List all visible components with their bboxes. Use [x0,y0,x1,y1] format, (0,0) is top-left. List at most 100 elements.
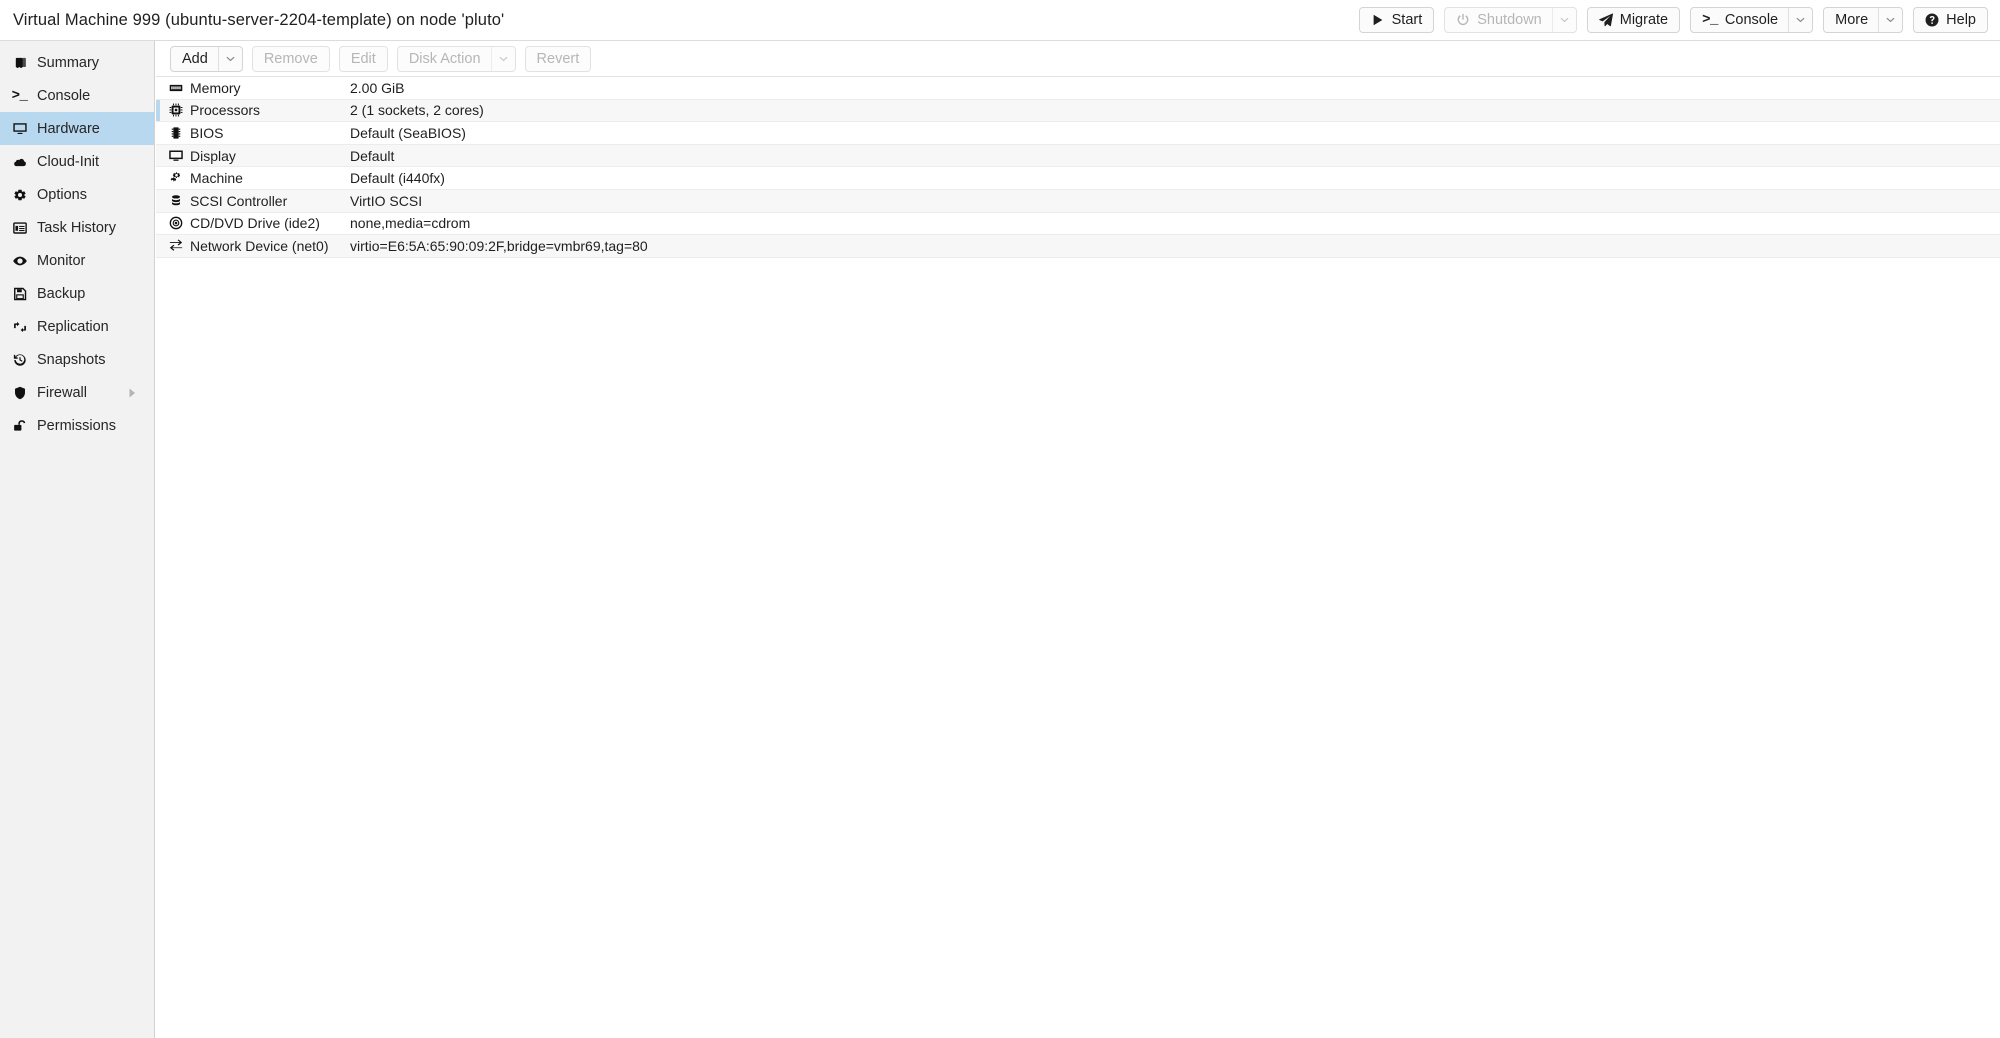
book-icon [10,56,29,70]
sidebar-item-label: Cloud-Init [37,153,100,170]
header-button-help[interactable]: Help [1913,7,1988,33]
disc-icon [162,216,190,230]
sidebar-item-console[interactable]: >_ Console [0,79,154,112]
hardware-row-value: Default [350,147,395,164]
header-button-label: Migrate [1619,12,1669,28]
memory-icon [162,81,190,95]
hardware-row-value: 2 (1 sockets, 2 cores) [350,102,484,119]
table-row[interactable]: SCSI Controller VirtIO SCSI [156,189,2000,213]
table-row[interactable]: Processors 2 (1 sockets, 2 cores) [156,99,2000,123]
hardware-row-key: BIOS [190,124,224,141]
sidebar-item-label: Console [37,87,91,104]
monitor-icon [10,122,29,136]
sidebar-item-hardware[interactable]: Hardware [0,112,154,145]
hardware-row-key: Machine [190,170,243,187]
unlock-icon [10,419,29,433]
table-row[interactable]: CD/DVD Drive (ide2) none,media=cdrom [156,212,2000,236]
list-window-icon [10,221,29,235]
page-header: Virtual Machine 999 (ubuntu-server-2204-… [0,0,2000,41]
hardware-row-value: virtio=E6:5A:65:90:09:2F,bridge=vmbr69,t… [350,237,648,254]
hardware-row-key: SCSI Controller [190,192,288,209]
header-button-more-main[interactable]: More [1824,8,1878,32]
cloud-icon [10,155,29,169]
sidebar-item-firewall[interactable]: Firewall [0,376,154,409]
header-button-label: Start [1391,12,1423,28]
terminal-icon: >_ [11,87,28,104]
paperplane-icon [1598,13,1613,27]
sidebar-item-label: Permissions [37,417,116,434]
question-circle-icon [1925,13,1939,27]
toolbar-button-label: Remove [263,50,318,67]
header-button-shutdown: Shutdown [1444,7,1577,33]
header-button-console-main[interactable]: >_ Console [1691,8,1788,32]
toolbar-button-disk-action: Disk Action [396,45,516,72]
chevron-down-icon [490,46,515,71]
page-title: Virtual Machine 999 (ubuntu-server-2204-… [13,10,505,29]
header-button-start[interactable]: Start [1358,7,1435,33]
hardware-row-value: none,media=cdrom [350,215,471,232]
sidebar-item-permissions[interactable]: Permissions [0,409,154,442]
hardware-row-key: Network Device (net0) [190,237,329,254]
toolbar-button-disk-action-main: Disk Action [398,47,491,71]
terminal-icon: >_ [1702,12,1718,28]
toolbar-button-remove: Remove [251,45,330,72]
sidebar-item-summary[interactable]: Summary [0,46,154,79]
header-button-console[interactable]: >_ Console [1690,7,1814,33]
sidebar-item-snapshots[interactable]: Snapshots [0,343,154,376]
sidebar-item-monitor[interactable]: Monitor [0,244,154,277]
hardware-row-value: 2.00 GiB [350,79,405,96]
hardware-toolbar: Add Remove Edit Disk Action Revert [156,41,2000,77]
display-icon [162,149,190,163]
table-row[interactable]: Network Device (net0) virtio=E6:5A:65:90:… [156,235,2000,258]
sidebar-item-replication[interactable]: Replication [0,310,154,343]
sidebar-item-label: Firewall [37,384,87,401]
sidebar-item-label: Task History [37,219,116,236]
sidebar-item-label: Summary [37,54,100,71]
toolbar-button-add[interactable]: Add [170,45,243,72]
toolbar-button-edit: Edit [338,45,388,72]
header-button-shutdown-main: Shutdown [1445,8,1552,32]
hardware-row-key: Processors [190,102,261,119]
header-button-label: Shutdown [1477,12,1542,28]
chevron-down-icon [1551,8,1576,32]
header-button-label: Console [1724,12,1779,28]
chevron-down-icon[interactable] [217,46,242,71]
sidebar-item-label: Options [37,186,87,203]
header-button-label: Help [1946,12,1976,28]
hardware-row-value: Default (SeaBIOS) [350,124,466,141]
hardware-row-key: Memory [190,79,241,96]
header-button-more[interactable]: More [1823,7,1904,33]
table-row[interactable]: Machine Default (i440fx) [156,167,2000,190]
power-icon [1456,13,1470,27]
toolbar-button-label: Edit [350,50,376,67]
toolbar-button-label: Revert [536,50,580,67]
sidebar-item-backup[interactable]: Backup [0,277,154,310]
header-button-label: More [1835,12,1869,28]
history-icon [10,353,29,367]
eye-icon [10,254,29,268]
sidebar-item-label: Replication [37,318,109,335]
toolbar-button-revert: Revert [524,45,592,72]
retweet-icon [10,320,29,334]
sidebar-item-options[interactable]: Options [0,178,154,211]
chevron-right-icon [129,388,136,398]
hardware-row-value: Default (i440fx) [350,170,445,187]
shield-icon [10,386,29,400]
toolbar-button-add-main[interactable]: Add [171,47,218,71]
toolbar-button-label: Add [182,50,208,67]
floppy-icon [10,287,29,301]
hardware-row-key: Display [190,147,236,164]
database-icon [162,194,190,208]
header-button-migrate[interactable]: Migrate [1586,7,1681,33]
table-row[interactable]: Display Default [156,144,2000,168]
sidebar-item-cloud-init[interactable]: Cloud-Init [0,145,154,178]
table-row[interactable]: Memory 2.00 GiB [156,77,2000,100]
cogs-icon [162,171,190,185]
table-row[interactable]: BIOS Default (SeaBIOS) [156,122,2000,145]
chevron-down-icon[interactable] [1788,8,1812,32]
chevron-down-icon[interactable] [1878,8,1902,32]
hardware-table: Memory 2.00 GiB Processors 2 (1 sockets, 2 … [156,77,2000,258]
sidebar-item-label: Backup [37,285,86,302]
exchange-icon [162,239,190,253]
sidebar-item-task-history[interactable]: Task History [0,211,154,244]
